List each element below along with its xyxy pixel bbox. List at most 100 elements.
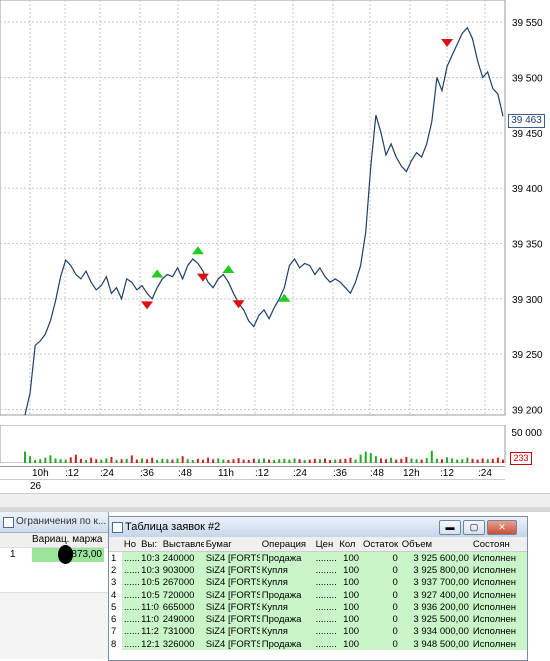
- order-row[interactable]: 8...... 12:1 326000 SiZ4 [FORTS] Продажа....…: [109, 638, 527, 651]
- column-header[interactable]: Но: [121, 537, 140, 552]
- order-cell: ......: [121, 551, 140, 565]
- variation-margin-header[interactable]: Вариац. маржа: [0, 533, 108, 548]
- order-cell: ........: [313, 576, 338, 589]
- minimize-button[interactable]: ▬: [439, 520, 461, 535]
- volume-bar: [110, 456, 113, 463]
- limits-panel-title[interactable]: Ограничения по к...: [0, 512, 108, 533]
- date-axis: 26: [0, 479, 505, 493]
- close-button[interactable]: ✕: [487, 520, 517, 535]
- volume-bar: [486, 459, 489, 463]
- volume-bar: [217, 458, 220, 463]
- redaction-mark: [58, 545, 73, 564]
- price-chart[interactable]: 39 550 39 500 39 450 39 400 39 350 39 300 39 2…: [0, 0, 550, 420]
- last-volume-label: 233: [510, 452, 532, 465]
- volume-bar: [59, 459, 62, 463]
- row-index: 1: [10, 549, 16, 560]
- order-cell: 11:0: [139, 601, 161, 614]
- order-cell: 3 925 600,00: [399, 551, 471, 565]
- price-grid: [0, 0, 506, 416]
- price-plot-area: [0, 0, 506, 416]
- order-cell: 0: [361, 588, 400, 602]
- order-cell: 100: [337, 564, 362, 577]
- volume-chart[interactable]: [0, 425, 550, 463]
- order-cell: ......: [121, 588, 140, 602]
- column-header[interactable]: Остаток: [361, 537, 400, 552]
- volume-bar: [146, 459, 149, 463]
- column-header[interactable]: Цен: [313, 537, 338, 552]
- time-tick-label: :48: [178, 468, 192, 479]
- volume-bar: [207, 457, 210, 463]
- order-row[interactable]: 3...... 10:5 267000 SiZ4 [FORTS] Купля......…: [109, 576, 527, 589]
- order-cell: 326000: [160, 638, 204, 651]
- volume-bar: [502, 459, 504, 463]
- volume-bar: [242, 459, 245, 463]
- order-cell: 240000: [160, 551, 204, 565]
- volume-bar: [496, 457, 499, 463]
- column-header[interactable]: Состоян: [470, 537, 527, 552]
- volume-bar: [227, 459, 230, 463]
- order-cell: Исполнен: [470, 625, 527, 639]
- order-row[interactable]: 6...... 11:0 249000 SiZ4 [FORTS] Продажа....…: [109, 613, 527, 626]
- volume-bar: [293, 458, 296, 463]
- volume-bar: [196, 458, 199, 463]
- volume-bar: [410, 458, 413, 463]
- order-cell: Купля: [259, 576, 314, 589]
- time-tick-label: :24: [478, 468, 492, 479]
- order-cell: 6: [109, 613, 122, 626]
- order-cell: 0: [361, 613, 400, 626]
- order-cell: 3 927 400,00: [399, 588, 471, 602]
- order-row[interactable]: 4...... 10:5 720000 SiZ4 [FORTS] Продажа....…: [109, 588, 527, 602]
- order-cell: 0: [361, 576, 400, 589]
- order-cell: SiZ4 [FORTS]: [203, 564, 260, 577]
- volume-bar: [247, 459, 250, 463]
- order-cell: 3 925 800,00: [399, 564, 471, 577]
- maximize-button[interactable]: ▢: [463, 520, 485, 535]
- column-header[interactable]: [109, 537, 122, 552]
- volume-bar: [135, 459, 138, 463]
- volume-bar: [69, 457, 72, 463]
- column-header[interactable]: Кол: [337, 537, 362, 552]
- volume-bar: [354, 459, 357, 463]
- order-cell: 100: [337, 625, 362, 639]
- column-header[interactable]: Бумаг: [203, 537, 260, 552]
- volume-bar: [95, 459, 98, 463]
- order-cell: Исполнен: [470, 638, 527, 651]
- limits-row[interactable]: 1 873,00: [0, 545, 108, 564]
- order-cell: 0: [361, 601, 400, 614]
- order-cell: 100: [337, 588, 362, 602]
- date-label: 26: [30, 481, 42, 492]
- order-cell: 0: [361, 564, 400, 577]
- order-cell: ........: [313, 613, 338, 626]
- volume-bar: [339, 459, 342, 463]
- volume-bar: [257, 459, 260, 463]
- volume-bar: [85, 459, 88, 463]
- volume-bar: [466, 457, 469, 463]
- order-row[interactable]: 7...... 11:2 731000 SiZ4 [FORTS] Купля......…: [109, 625, 527, 639]
- order-row[interactable]: 5...... 11:0 665000 SiZ4 [FORTS] Купля......…: [109, 601, 527, 614]
- order-row[interactable]: 1...... 10:3 240000 SiZ4 [FORTS] Продажа....…: [109, 551, 527, 565]
- volume-bar: [130, 455, 133, 463]
- limits-panel-title-text: Ограничения по к...: [16, 516, 107, 527]
- volume-bar: [451, 458, 454, 463]
- order-cell: Исполнен: [470, 613, 527, 626]
- order-cell: SiZ4 [FORTS]: [203, 576, 260, 589]
- volume-bar: [415, 459, 418, 463]
- order-cell: 3 925 500,00: [399, 613, 471, 626]
- order-row[interactable]: 2...... 10:3 903000 SiZ4 [FORTS] Купля......…: [109, 564, 527, 577]
- order-cell: SiZ4 [FORTS]: [203, 551, 260, 565]
- column-header[interactable]: Операция: [259, 537, 314, 552]
- time-tick-label: :24: [100, 468, 114, 479]
- volume-bar: [446, 457, 449, 463]
- order-cell: Продажа: [259, 588, 314, 602]
- volume-bar: [232, 459, 235, 463]
- horizontal-scrollbar[interactable]: [0, 493, 550, 508]
- column-header[interactable]: Объем: [399, 537, 471, 552]
- orders-window-title[interactable]: Таблица заявок #2 ▬ ▢ ✕: [109, 517, 527, 537]
- volume-bar: [476, 459, 479, 463]
- volume-bar: [359, 454, 362, 463]
- column-header[interactable]: Вы:: [139, 537, 161, 552]
- column-header[interactable]: Выставлен: [160, 537, 204, 552]
- volume-bar: [176, 458, 179, 463]
- order-cell: SiZ4 [FORTS]: [203, 601, 260, 614]
- volume-bar: [369, 453, 372, 463]
